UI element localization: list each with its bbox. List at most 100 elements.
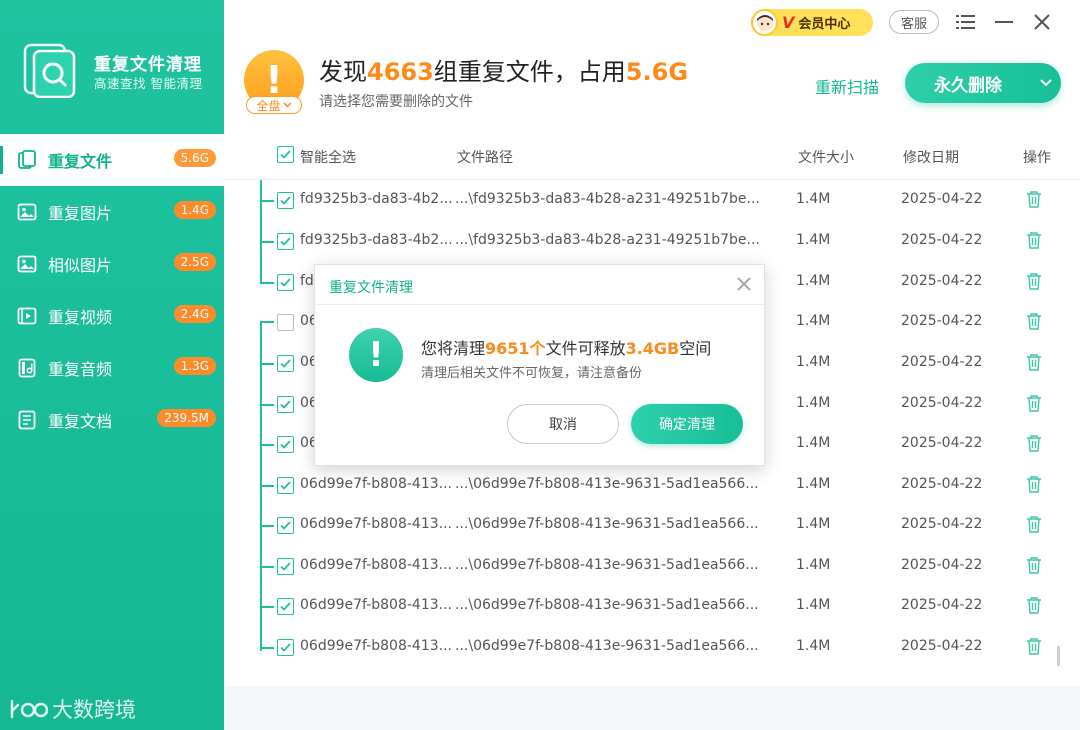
sidebar: 重复文件清理 高速查找 智能清理 重复文件 5.6G 重复图片 1.4G 相似图…	[0, 0, 224, 730]
sidebar-item-duplicate-audio[interactable]: 重复音频 1.3G	[0, 342, 224, 394]
close-icon[interactable]	[736, 276, 752, 292]
vip-v-icon: V	[782, 13, 795, 32]
row-checkbox[interactable]	[277, 558, 294, 575]
page-subtitle: 请选择您需要删除的文件	[319, 94, 473, 110]
trash-icon[interactable]	[1025, 596, 1043, 614]
scope-label: 全盘	[256, 98, 281, 113]
close-icon[interactable]	[1030, 10, 1054, 34]
file-count: 9651个	[485, 339, 546, 358]
sidebar-item-duplicate-images[interactable]: 重复图片 1.4G	[0, 186, 224, 238]
table-row[interactable]: fd9325b3-da83-4b2... ...\fd9325b3-da83-4…	[224, 180, 1080, 220]
sidebar-item-duplicate-videos[interactable]: 重复视频 2.4G	[0, 290, 224, 342]
row-checkbox[interactable]	[277, 314, 294, 331]
file-name: fd9325b3-da83-4b2...	[300, 232, 453, 248]
row-checkbox[interactable]	[277, 274, 294, 291]
file-path: ...\06d99e7f-b808-413e-9631-5ad1ea566...	[455, 476, 759, 492]
trash-icon[interactable]	[1025, 353, 1043, 371]
trash-icon[interactable]	[1025, 637, 1043, 655]
brand: 重复文件清理 高速查找 智能清理	[22, 42, 222, 102]
permanent-delete-button[interactable]: 永久删除	[905, 63, 1061, 103]
vip-center-button[interactable]: V 会员中心	[751, 9, 873, 36]
support-button[interactable]: 客服	[889, 10, 939, 34]
sidebar-item-duplicate-files[interactable]: 重复文件 5.6G	[0, 134, 224, 186]
file-date: 2025-04-22	[901, 476, 983, 492]
trash-icon[interactable]	[1025, 312, 1043, 330]
row-checkbox[interactable]	[277, 436, 294, 453]
file-date: 2025-04-22	[901, 313, 983, 329]
scrollbar-thumb[interactable]	[1057, 646, 1060, 666]
sidebar-item-label: 重复文档	[48, 412, 113, 431]
file-name: fd9325b3-da83-4b2...	[300, 191, 453, 207]
table-row[interactable]: 06d99e7f-b808-413... ...\06d99e7f-b808-4…	[224, 586, 1080, 626]
trash-icon[interactable]	[1025, 190, 1043, 208]
file-date: 2025-04-22	[901, 435, 983, 451]
sidebar-item-similar-images[interactable]: 相似图片 2.5G	[0, 238, 224, 290]
row-checkbox[interactable]	[277, 517, 294, 534]
table-row[interactable]: 06d99e7f-b808-413... ...\06d99e7f-b808-4…	[224, 465, 1080, 505]
file-date: 2025-04-22	[901, 557, 983, 573]
file-date: 2025-04-22	[901, 273, 983, 289]
menu-icon[interactable]	[954, 10, 978, 34]
msg-mid: 文件可释放	[545, 339, 626, 358]
chevron-down-icon	[282, 102, 292, 108]
headline-mid: 组重复文件，占用	[433, 58, 626, 86]
vip-label: 会员中心	[798, 17, 851, 32]
row-checkbox[interactable]	[277, 477, 294, 494]
row-checkbox[interactable]	[277, 396, 294, 413]
header: ! 全盘 发现4663组重复文件，占用5.6G 请选择您需要删除的文件 重新扫描…	[224, 0, 1080, 134]
scope-dropdown[interactable]: 全盘	[246, 96, 302, 114]
file-size: 1.4M	[796, 516, 831, 532]
select-all-label[interactable]: 智能全选	[300, 147, 356, 167]
footer-strip	[224, 686, 1080, 730]
size-badge: 5.6G	[173, 149, 216, 167]
trash-icon[interactable]	[1025, 231, 1043, 249]
watermark-text: 大数跨境	[52, 698, 136, 722]
file-icon	[16, 149, 38, 171]
file-path: ...\06d99e7f-b808-413e-9631-5ad1ea566...	[455, 557, 759, 573]
table-row[interactable]: 06d99e7f-b808-413... ...\06d99e7f-b808-4…	[224, 546, 1080, 586]
column-size: 文件大小	[798, 150, 854, 166]
video-icon	[16, 305, 38, 327]
app-subtitle: 高速查找 智能清理	[94, 76, 203, 91]
trash-icon[interactable]	[1025, 272, 1043, 290]
chevron-down-icon[interactable]	[1031, 63, 1061, 103]
row-checkbox[interactable]	[277, 192, 294, 209]
table-row[interactable]: 06d99e7f-b808-413... ...\06d99e7f-b808-4…	[224, 505, 1080, 545]
trash-icon[interactable]	[1025, 434, 1043, 452]
table-row[interactable]: fd9325b3-da83-4b2... ...\fd9325b3-da83-4…	[224, 221, 1080, 261]
file-path: ...\fd9325b3-da83-4b28-a231-49251b7be...	[455, 232, 760, 248]
table-row[interactable]: 06d99e7f-b808-413... ...\06d99e7f-b808-4…	[224, 627, 1080, 667]
file-size: 1.4M	[796, 232, 831, 248]
select-all-checkbox[interactable]	[277, 146, 294, 163]
confirm-clean-button[interactable]: 确定清理	[631, 404, 743, 444]
row-checkbox[interactable]	[277, 355, 294, 372]
size-badge: 2.5G	[173, 253, 216, 271]
group-count: 4663	[367, 58, 434, 86]
file-size: 1.4M	[796, 638, 831, 654]
avatar	[751, 9, 778, 36]
watermark: 大数跨境	[8, 694, 136, 724]
file-date: 2025-04-22	[901, 597, 983, 613]
file-size: 1.4M	[796, 395, 831, 411]
file-path: ...\06d99e7f-b808-413e-9631-5ad1ea566...	[455, 638, 759, 654]
trash-icon[interactable]	[1025, 515, 1043, 533]
confirm-dialog: 重复文件清理 ! 您将清理9651个文件可释放3.4GB空间 清理后相关文件不可…	[314, 264, 765, 466]
trash-icon[interactable]	[1025, 556, 1043, 574]
cancel-button[interactable]: 取消	[507, 404, 619, 444]
row-checkbox[interactable]	[277, 639, 294, 656]
dialog-tip: 清理后相关文件不可恢复，请注意备份	[421, 366, 643, 381]
file-size: 1.4M	[796, 191, 831, 207]
row-checkbox[interactable]	[277, 598, 294, 615]
similar-image-icon	[16, 253, 38, 275]
file-size: 1.4M	[796, 476, 831, 492]
column-action: 操作	[1023, 150, 1051, 166]
total-size: 5.6G	[625, 58, 689, 86]
trash-icon[interactable]	[1025, 394, 1043, 412]
rescan-button[interactable]: 重新扫描	[815, 74, 879, 98]
file-name: 06d99e7f-b808-413...	[300, 638, 452, 654]
row-checkbox[interactable]	[277, 233, 294, 250]
delete-label: 永久删除	[934, 75, 1002, 96]
sidebar-item-duplicate-documents[interactable]: 重复文档 239.5M	[0, 394, 224, 446]
trash-icon[interactable]	[1025, 475, 1043, 493]
minimize-icon[interactable]	[992, 10, 1016, 34]
